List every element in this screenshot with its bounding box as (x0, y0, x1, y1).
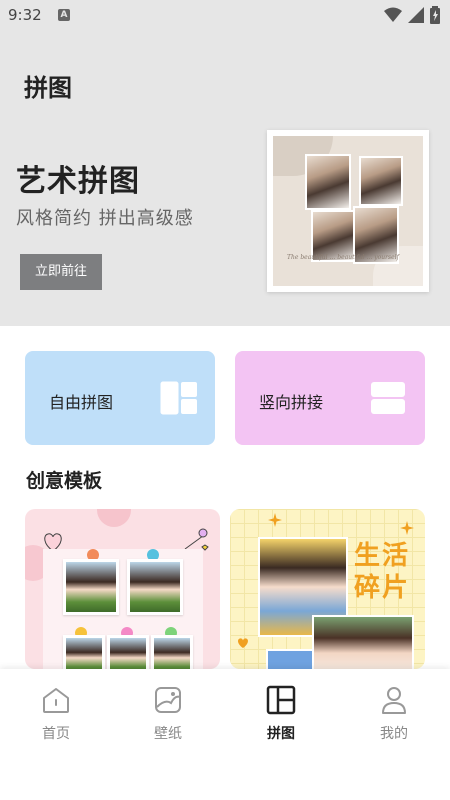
template-photo (266, 649, 314, 669)
vertical-layout-icon (371, 382, 405, 414)
template-text-line2: 碎片 (354, 573, 411, 603)
battery-icon (430, 6, 440, 24)
sparkle-icon (268, 513, 282, 527)
collage-script-text: The beautiful … beautiful … yourself (287, 254, 399, 261)
go-now-button[interactable]: 立即前往 (20, 254, 102, 290)
nav-tab-wallpaper[interactable]: 壁纸 (112, 669, 224, 769)
decor-shape (97, 509, 131, 527)
sparkle-icon (400, 521, 414, 535)
template-photo (107, 635, 149, 669)
nav-label-wallpaper: 壁纸 (154, 726, 182, 742)
nav-label-profile: 我的 (380, 726, 408, 742)
nav-label-collage: 拼图 (267, 726, 295, 742)
vertical-stitch-label: 竖向拼接 (259, 393, 324, 412)
collage-icon (266, 685, 296, 715)
grid-layout-icon (160, 381, 197, 415)
template-photo (127, 559, 183, 615)
nav-tab-collage[interactable]: 拼图 (225, 669, 337, 769)
hero-collage-preview[interactable]: The beautiful … beautiful … yourself (267, 130, 429, 292)
heart-icon (238, 638, 248, 648)
wallpaper-icon (155, 687, 181, 713)
nav-tab-profile[interactable]: 我的 (338, 669, 450, 769)
notification-badge-icon: A (58, 9, 70, 21)
templates-section-title: 创意模板 (26, 470, 103, 492)
template-photo (312, 615, 414, 669)
template-card-pin-collage[interactable] (25, 509, 220, 669)
status-time: 9:32 (8, 6, 42, 24)
collage-photo (359, 156, 403, 206)
hero-title: 艺术拼图 (16, 164, 140, 199)
template-photo (63, 559, 119, 615)
collage-canvas: The beautiful … beautiful … yourself (273, 136, 423, 286)
template-photo (151, 635, 193, 669)
signal-icon (408, 7, 424, 23)
free-collage-label: 自由拼图 (49, 393, 114, 412)
nav-tab-home[interactable]: 首页 (0, 669, 112, 769)
template-card-life-fragments[interactable]: 生活 碎片 (230, 509, 425, 669)
collage-photo (305, 154, 351, 210)
bottom-nav: 首页 壁纸 拼图 我的 (0, 669, 450, 800)
home-icon (43, 688, 69, 713)
nav-label-home: 首页 (42, 726, 70, 742)
template-photo (63, 635, 105, 669)
profile-icon (382, 687, 406, 714)
free-collage-card[interactable]: 自由拼图 (25, 351, 215, 445)
wifi-icon (384, 7, 402, 22)
template-text-line1: 生活 (354, 541, 411, 571)
hero-subtitle: 风格简约 拼出高级感 (16, 208, 194, 229)
status-bar: 9:32 A (0, 0, 450, 30)
page-title: 拼图 (24, 74, 72, 102)
vertical-stitch-card[interactable]: 竖向拼接 (235, 351, 425, 445)
